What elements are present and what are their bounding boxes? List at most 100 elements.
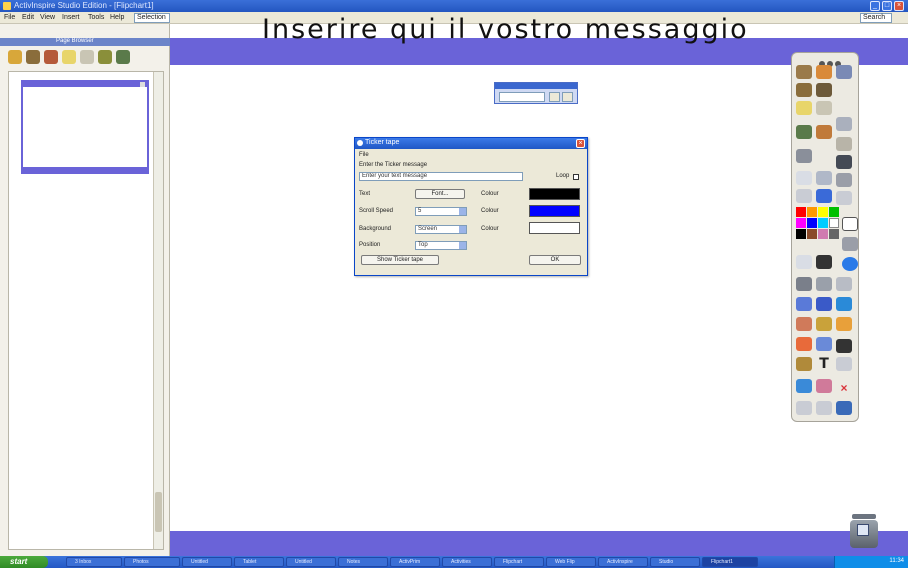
browser-pages-icon[interactable] [8,50,22,64]
select-icon[interactable] [796,277,812,291]
properties-icon[interactable] [80,50,94,64]
restrictor-icon[interactable] [816,379,832,393]
search-input[interactable]: Search [860,13,892,23]
undo-icon[interactable] [796,401,812,415]
shape-tool-icon[interactable] [836,357,852,371]
brush-icon[interactable] [816,297,832,311]
task-button[interactable]: Web Flip [546,557,596,567]
clear-icon[interactable] [836,401,852,415]
previous-page-icon[interactable] [836,173,852,187]
colour-grey[interactable] [829,229,839,239]
task-button[interactable]: Untitled [182,557,232,567]
floating-mini-toolbar[interactable] [494,82,578,104]
task-button[interactable]: ActivInspire [598,557,648,567]
ok-button[interactable]: OK [529,255,581,265]
line-tool-icon[interactable] [816,337,832,351]
marker-pen-icon[interactable] [796,297,812,311]
menu-insert[interactable]: Insert [62,14,80,21]
object-browser-icon[interactable] [816,83,832,97]
colour-red[interactable] [796,207,806,217]
mini-toolbar-titlebar[interactable] [495,83,577,89]
colour-picker-icon[interactable] [842,217,858,231]
dot-size-icon[interactable] [816,255,832,269]
page-zoom-icon[interactable] [836,137,852,151]
colour-pink[interactable] [818,229,828,239]
objects-icon[interactable] [44,50,58,64]
task-button[interactable]: Flipchart [494,557,544,567]
loop-checkbox[interactable] [573,174,579,180]
thumb-menu-icon[interactable] [140,82,145,87]
dialog-menu-file[interactable]: File [359,152,369,158]
delete-icon[interactable]: × [836,381,852,395]
task-button[interactable]: Untitled [286,557,336,567]
scrollbar-thumb[interactable] [155,492,162,532]
mini-toolbar-field[interactable] [499,92,545,102]
position-select[interactable]: Top [415,241,467,250]
resource-browser-icon[interactable] [796,83,812,97]
main-menu-icon[interactable] [796,65,812,79]
fill-icon[interactable] [816,189,832,203]
shape-icon[interactable] [836,191,852,205]
maximize-icon[interactable]: □ [882,1,892,11]
window-titlebar[interactable]: ActivInspire Studio Edition - [Flipchart… [0,0,908,12]
start-button[interactable]: start [0,556,48,568]
pen-width-icon[interactable] [842,237,858,251]
trash-can-icon[interactable] [849,514,879,550]
background-select[interactable]: Screen [415,225,467,234]
chevron-down-icon[interactable] [459,242,466,249]
chevron-down-icon[interactable] [459,226,466,233]
scroll-speed-select[interactable]: 5 [415,207,467,216]
message-input[interactable]: Enter your text message [359,172,523,181]
colour-black[interactable] [796,229,806,239]
redo-icon[interactable] [816,401,832,415]
toolbox-header[interactable] [819,54,855,67]
page-list-scrollbar[interactable] [153,72,163,549]
text-colour-swatch[interactable] [529,188,580,200]
pen-size-slider-icon[interactable] [796,255,812,269]
ticker-message[interactable]: Inserire qui il vostro messaggio [262,14,749,46]
dialog-titlebar[interactable]: Ticker tape × [355,138,587,149]
chevron-down-icon[interactable] [459,208,466,215]
menu-view[interactable]: View [40,14,55,21]
colour-white[interactable] [829,218,839,228]
resources-icon[interactable] [26,50,40,64]
colour-orange[interactable] [807,207,817,217]
task-button[interactable]: Notes [338,557,388,567]
camera-icon[interactable] [836,155,852,169]
reset-page-icon[interactable] [796,171,812,185]
mini-toolbar-button-2[interactable] [562,92,573,102]
font-button[interactable]: Font... [415,189,465,199]
desktop-annotate-icon[interactable] [796,149,812,163]
task-button[interactable]: 3 Inbox [66,557,122,567]
next-page-icon[interactable] [816,171,832,185]
background-colour-swatch[interactable] [529,222,580,234]
task-button[interactable]: Tablet [234,557,284,567]
colour-magenta[interactable] [796,218,806,228]
zoom-tool-icon[interactable] [816,277,832,291]
menu-help[interactable]: Help [110,14,124,21]
revealer-icon[interactable] [836,317,852,331]
keyboard-icon[interactable] [836,339,852,353]
text-tool-icon[interactable]: T [816,357,832,371]
panel-titlebar[interactable]: Page Browser [0,38,170,46]
dialog-close-icon[interactable]: × [576,139,585,148]
task-button[interactable]: ActivPrim [390,557,440,567]
connector-icon[interactable] [836,297,852,311]
colour-blue[interactable] [807,218,817,228]
colour-brown[interactable] [807,229,817,239]
pen-icon[interactable] [816,65,832,79]
dual-user-icon[interactable] [796,379,812,393]
highlighter-icon[interactable] [836,65,852,79]
property-browser-icon[interactable] [816,101,832,115]
mini-toolbar-button-1[interactable] [549,92,560,102]
clock[interactable]: 11:34 [889,558,904,564]
help-icon[interactable] [842,257,858,271]
minimize-icon[interactable]: _ [870,1,880,11]
text-select-icon[interactable] [836,277,852,291]
close-icon[interactable]: × [894,1,904,11]
fill-tool-icon[interactable] [796,337,812,351]
scroll-colour-swatch[interactable] [529,205,580,217]
eraser-icon[interactable] [796,189,812,203]
eraser-tool-icon[interactable] [796,317,812,331]
menu-tools[interactable]: Tools [88,14,104,21]
